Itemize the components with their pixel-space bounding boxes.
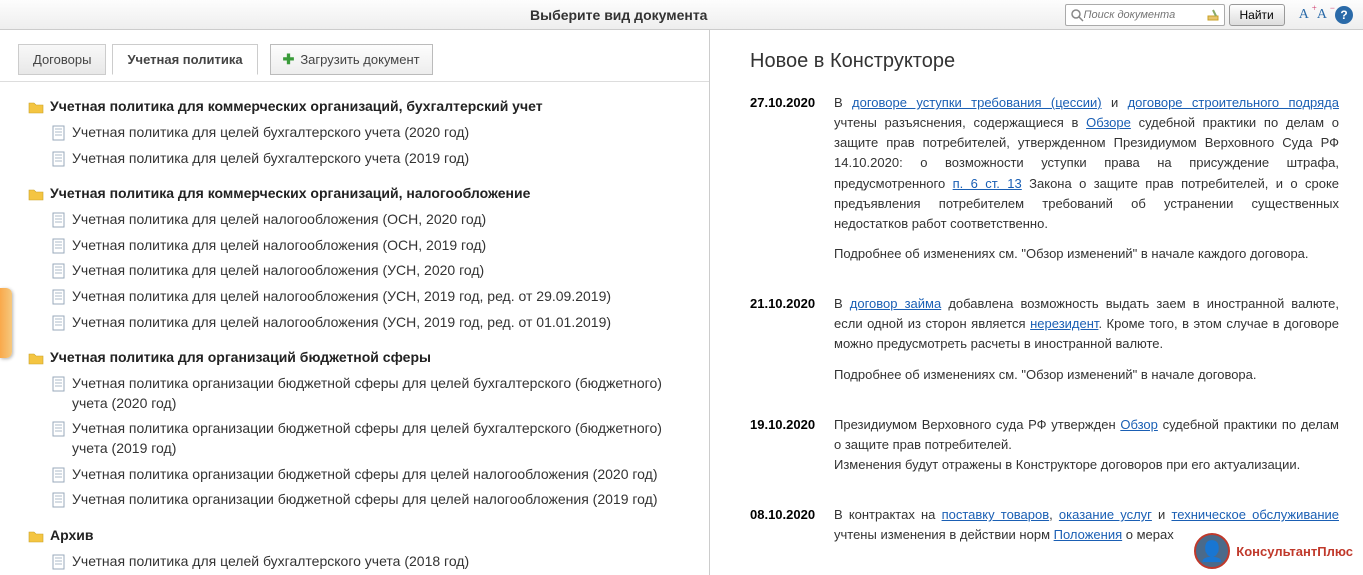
document-icon xyxy=(52,238,66,254)
document-icon xyxy=(52,554,66,570)
document-icon xyxy=(52,376,66,392)
news-body: В договоре уступки требования (цессии) и… xyxy=(834,93,1339,274)
news-link[interactable]: Положения xyxy=(1054,527,1123,542)
document-icon xyxy=(52,151,66,167)
brand-logo-icon: 👤 xyxy=(1194,533,1230,569)
document-title: Учетная политика для целей налогообложен… xyxy=(72,261,484,281)
side-handle[interactable] xyxy=(0,288,12,358)
document-title: Учетная политика организации бюджетной с… xyxy=(72,374,695,413)
news-link[interactable]: Обзор xyxy=(1120,417,1158,432)
document-item[interactable]: Учетная политика организации бюджетной с… xyxy=(28,371,695,416)
document-item[interactable]: Учетная политика для целей налогообложен… xyxy=(28,233,695,259)
category-header[interactable]: Учетная политика для коммерческих органи… xyxy=(28,185,695,201)
news-link[interactable]: договоре строительного подряда xyxy=(1128,95,1339,110)
folder-icon xyxy=(28,529,44,543)
news-date: 08.10.2020 xyxy=(750,505,834,555)
news-link[interactable]: п. 6 ст. 13 xyxy=(953,176,1022,191)
category-title: Учетная политика для коммерческих органи… xyxy=(50,98,543,114)
news-item: 19.10.2020Президиумом Верховного суда РФ… xyxy=(750,415,1339,485)
category-header[interactable]: Учетная политика для коммерческих органи… xyxy=(28,98,695,114)
tab-contracts[interactable]: Договоры xyxy=(18,44,106,75)
category-header[interactable]: Учетная политика для организаций бюджетн… xyxy=(28,349,695,365)
news-date: 27.10.2020 xyxy=(750,93,834,274)
news-date: 19.10.2020 xyxy=(750,415,834,485)
plus-icon: ✚ xyxy=(283,51,295,68)
find-button[interactable]: Найти xyxy=(1229,4,1285,26)
tab-accounting-policy[interactable]: Учетная политика xyxy=(112,44,257,75)
document-icon xyxy=(52,125,66,141)
document-item[interactable]: Учетная политика для целей бухгалтерског… xyxy=(28,120,695,146)
news-link[interactable]: поставку товаров xyxy=(942,507,1050,522)
brand-name: КонсультантПлюс xyxy=(1236,544,1353,559)
upload-label: Загрузить документ xyxy=(300,52,419,67)
news-link[interactable]: договор займа xyxy=(850,296,941,311)
news-link[interactable]: оказание услуг xyxy=(1059,507,1152,522)
document-item[interactable]: Учетная политика для целей налогообложен… xyxy=(28,310,695,336)
news-item: 21.10.2020В договор займа добавлена возм… xyxy=(750,294,1339,395)
document-item[interactable]: Учетная политика для целей налогообложен… xyxy=(28,284,695,310)
document-title: Учетная политика для целей налогообложен… xyxy=(72,210,486,230)
news-heading: Новое в Конструкторе xyxy=(750,50,1339,73)
news-body: В договор займа добавлена возможность вы… xyxy=(834,294,1339,395)
left-pane: Договоры Учетная политика ✚ Загрузить до… xyxy=(0,30,710,575)
document-icon xyxy=(52,421,66,437)
news-link[interactable]: договоре уступки требования (цессии) xyxy=(852,95,1102,110)
news-link[interactable]: нерезидент xyxy=(1030,316,1098,331)
font-increase-button[interactable]: A+ xyxy=(1299,7,1309,23)
document-icon xyxy=(52,212,66,228)
search-icon xyxy=(1070,8,1084,22)
category-title: Архив xyxy=(50,527,93,543)
font-decrease-button[interactable]: A− xyxy=(1317,7,1327,23)
document-icon xyxy=(52,289,66,305)
news-link[interactable]: техническое обслуживание xyxy=(1171,507,1339,522)
clear-search-icon[interactable] xyxy=(1206,8,1220,22)
document-icon xyxy=(52,263,66,279)
category-title: Учетная политика для коммерческих органи… xyxy=(50,185,530,201)
news-item: 27.10.2020В договоре уступки требования … xyxy=(750,93,1339,274)
upload-document-button[interactable]: ✚ Загрузить документ xyxy=(270,44,433,75)
page-title: Выберите вид документа xyxy=(530,7,707,23)
document-icon xyxy=(52,315,66,331)
news-link[interactable]: Обзоре xyxy=(1086,115,1131,130)
document-icon xyxy=(52,492,66,508)
document-title: Учетная политика для целей бухгалтерског… xyxy=(72,149,469,169)
document-icon xyxy=(52,467,66,483)
document-tree: Учетная политика для коммерческих органи… xyxy=(0,82,709,575)
document-title: Учетная политика организации бюджетной с… xyxy=(72,490,658,510)
news-date: 21.10.2020 xyxy=(750,294,834,395)
document-item[interactable]: Учетная политика для целей бухгалтерског… xyxy=(28,146,695,172)
folder-icon xyxy=(28,351,44,365)
search-box[interactable] xyxy=(1065,4,1225,26)
right-pane: Новое в Конструкторе 27.10.2020В договор… xyxy=(710,30,1363,575)
document-item[interactable]: Учетная политика для целей бухгалтерског… xyxy=(28,549,695,575)
document-item[interactable]: Учетная политика организации бюджетной с… xyxy=(28,462,695,488)
search-input[interactable] xyxy=(1084,9,1206,21)
category-title: Учетная политика для организаций бюджетн… xyxy=(50,349,431,365)
document-item[interactable]: Учетная политика для целей налогообложен… xyxy=(28,207,695,233)
document-title: Учетная политика для целей бухгалтерског… xyxy=(72,123,469,143)
brand-badge[interactable]: 👤 КонсультантПлюс xyxy=(1194,533,1353,569)
news-list: 27.10.2020В договоре уступки требования … xyxy=(750,93,1339,555)
document-item[interactable]: Учетная политика организации бюджетной с… xyxy=(28,416,695,461)
document-title: Учетная политика организации бюджетной с… xyxy=(72,465,658,485)
news-body: Президиумом Верховного суда РФ утвержден… xyxy=(834,415,1339,485)
top-toolbar: Выберите вид документа Найти A+ A− ? xyxy=(0,0,1363,30)
folder-icon xyxy=(28,100,44,114)
document-title: Учетная политика для целей налогообложен… xyxy=(72,313,611,333)
document-title: Учетная политика для целей налогообложен… xyxy=(72,236,486,256)
document-item[interactable]: Учетная политика организации бюджетной с… xyxy=(28,487,695,513)
category-header[interactable]: Архив xyxy=(28,527,695,543)
document-title: Учетная политика организации бюджетной с… xyxy=(72,419,695,458)
document-item[interactable]: Учетная политика для целей налогообложен… xyxy=(28,258,695,284)
help-button[interactable]: ? xyxy=(1335,6,1353,24)
document-title: Учетная политика для целей бухгалтерског… xyxy=(72,552,469,572)
document-title: Учетная политика для целей налогообложен… xyxy=(72,287,611,307)
folder-icon xyxy=(28,187,44,201)
